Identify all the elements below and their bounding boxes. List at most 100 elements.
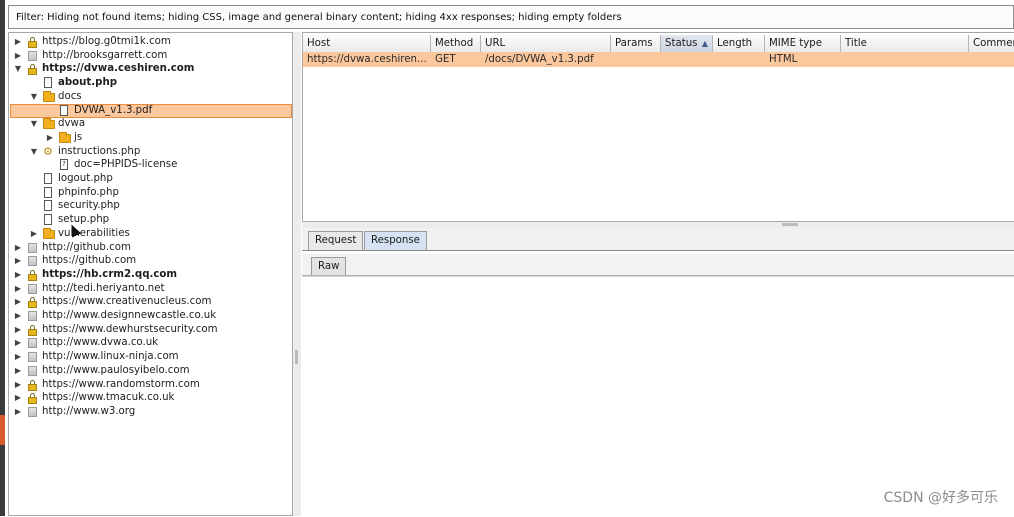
- response-content[interactable]: [302, 276, 1014, 517]
- request-table[interactable]: Host Method URL Params Status ▲ Length MIME typ…: [302, 32, 1014, 222]
- globe-icon: [28, 406, 37, 417]
- column-header-label: Length: [717, 38, 753, 49]
- globe-icon: [28, 338, 37, 349]
- column-header-length[interactable]: Length: [713, 35, 765, 52]
- tree-item-label: instructions.php: [58, 145, 141, 157]
- tree-item-label: http://tedi.heriyanto.net: [42, 282, 165, 294]
- expand-arrow-icon[interactable]: ▶: [13, 323, 23, 337]
- expand-arrow-icon[interactable]: ▶: [13, 268, 23, 282]
- lock-icon: [28, 297, 37, 309]
- response-subtabbar: Raw: [302, 254, 1014, 276]
- tree-item-label: https://www.dewhurstsecurity.com: [42, 323, 218, 335]
- expand-arrow-icon[interactable]: ▶: [13, 282, 23, 296]
- tree-item-label: about.php: [58, 77, 117, 89]
- column-header-method[interactable]: Method: [431, 35, 481, 52]
- expand-arrow-icon[interactable]: ▶: [13, 35, 23, 49]
- collapse-arrow-icon[interactable]: ▼: [29, 145, 39, 159]
- folder-icon: [59, 131, 71, 143]
- tab-raw[interactable]: Raw: [311, 257, 347, 275]
- collapse-arrow-icon[interactable]: ▼: [29, 90, 39, 104]
- watermark: CSDN @好多可乐: [883, 490, 998, 506]
- column-header-params[interactable]: Params: [611, 35, 661, 52]
- table-header: Host Method URL Params Status ▲ Length MIME typ…: [303, 35, 1014, 53]
- param-file-icon: ?: [60, 159, 68, 171]
- expand-arrow-icon[interactable]: ▶: [13, 364, 23, 378]
- tree-item-label: phpinfo.php: [58, 186, 119, 198]
- folder-icon: [43, 227, 55, 239]
- expand-arrow-icon[interactable]: ▶: [13, 254, 23, 268]
- collapse-arrow-icon[interactable]: ▼: [29, 117, 39, 131]
- tab-response[interactable]: Response: [364, 231, 427, 250]
- column-header-label: Status: [665, 38, 698, 49]
- column-header-comment[interactable]: Comment: [969, 35, 1014, 52]
- expand-arrow-icon[interactable]: ▶: [13, 378, 23, 392]
- column-header-url[interactable]: URL: [481, 35, 611, 52]
- message-viewer: Request Response Raw: [302, 228, 1014, 517]
- column-header-title[interactable]: Title: [841, 35, 969, 52]
- file-icon: [44, 173, 52, 184]
- expand-arrow-icon[interactable]: ▶: [45, 131, 55, 145]
- column-header-label: Method: [435, 38, 474, 49]
- lock-icon: [28, 64, 37, 76]
- expand-arrow-icon[interactable]: ▶: [13, 241, 23, 255]
- expand-arrow-icon[interactable]: ▶: [13, 336, 23, 350]
- globe-icon: [28, 311, 37, 321]
- filter-text: Filter: Hiding not found items; hiding C…: [16, 12, 622, 23]
- expand-arrow-icon[interactable]: ▶: [13, 295, 23, 309]
- column-header-label: URL: [485, 38, 506, 49]
- column-header-label: Host: [307, 38, 331, 49]
- file-icon: [44, 200, 52, 212]
- tree-item-label: http://www.paulosyibelo.com: [42, 364, 190, 376]
- splitter-grip[interactable]: [295, 350, 298, 364]
- left-edge-accent: [0, 415, 5, 445]
- left-edge-strip: [0, 0, 5, 516]
- tab-request[interactable]: Request: [308, 231, 364, 250]
- lock-icon: [28, 393, 37, 405]
- tree-item-label: http://brooksgarrett.com: [42, 49, 168, 61]
- cell-method: GET: [435, 54, 456, 65]
- expand-arrow-icon[interactable]: ▶: [13, 350, 23, 364]
- vertical-splitter[interactable]: [293, 32, 301, 516]
- lock-icon: [28, 37, 37, 48]
- folder-icon: [43, 118, 55, 130]
- splitter-grip-horizontal[interactable]: [782, 223, 798, 226]
- expand-arrow-icon[interactable]: ▶: [13, 391, 23, 405]
- column-header-label: Title: [845, 38, 867, 49]
- globe-icon: [28, 50, 37, 61]
- globe-icon: [28, 283, 37, 294]
- lock-icon: [28, 269, 37, 281]
- cell-title: [841, 52, 973, 67]
- tree-item-label: http://www.linux-ninja.com: [42, 351, 179, 363]
- cell-host: https://dvwa.ceshiren...: [307, 54, 427, 65]
- cell-mime-type: HTML: [769, 54, 798, 65]
- message-tabbar: Request Response: [302, 228, 1014, 251]
- tree-item-label: https://www.randomstorm.com: [42, 378, 200, 390]
- tree-item-label: js: [74, 131, 83, 143]
- tree-item-label: https://dvwa.ceshiren.com: [42, 63, 195, 75]
- tree-item-label: security.php: [58, 200, 120, 212]
- tree-item-label: doc=PHPIDS-license: [74, 159, 178, 171]
- globe-icon: [28, 352, 37, 363]
- site-map-tree[interactable]: ▶ https://blog.g0tmi1k.com ▶ http://brooksg…: [8, 32, 293, 516]
- sort-ascending-icon: ▲: [701, 39, 708, 48]
- tree-item-label: https://www.creativenucleus.com: [42, 296, 212, 308]
- collapse-arrow-icon[interactable]: ▼: [13, 62, 23, 76]
- tree-item-label: https://www.tmacuk.co.uk: [42, 392, 175, 404]
- table-row[interactable]: https://dvwa.ceshiren... GET/docs/DVWA_v1…: [303, 52, 1014, 67]
- column-header-host[interactable]: Host: [303, 35, 431, 52]
- expand-arrow-icon[interactable]: ▶: [13, 309, 23, 323]
- file-icon: [60, 104, 68, 116]
- cell-status: [661, 52, 717, 67]
- column-header-mime-type[interactable]: MIME type: [765, 35, 841, 52]
- column-header-status[interactable]: Status ▲: [661, 35, 713, 52]
- tree-item-label: dvwa: [58, 118, 86, 130]
- column-header-label: MIME type: [769, 38, 823, 49]
- tree-item-label: https://blog.g0tmi1k.com: [42, 36, 171, 47]
- tree-item-label: https://github.com: [42, 255, 137, 267]
- expand-arrow-icon[interactable]: ▶: [29, 227, 39, 241]
- tree-item-label: logout.php: [58, 173, 113, 184]
- file-icon: [44, 214, 52, 226]
- expand-arrow-icon[interactable]: ▶: [13, 405, 23, 419]
- expand-arrow-icon[interactable]: ▶: [13, 49, 23, 63]
- filter-bar[interactable]: Filter: Hiding not found items; hiding C…: [8, 5, 1014, 29]
